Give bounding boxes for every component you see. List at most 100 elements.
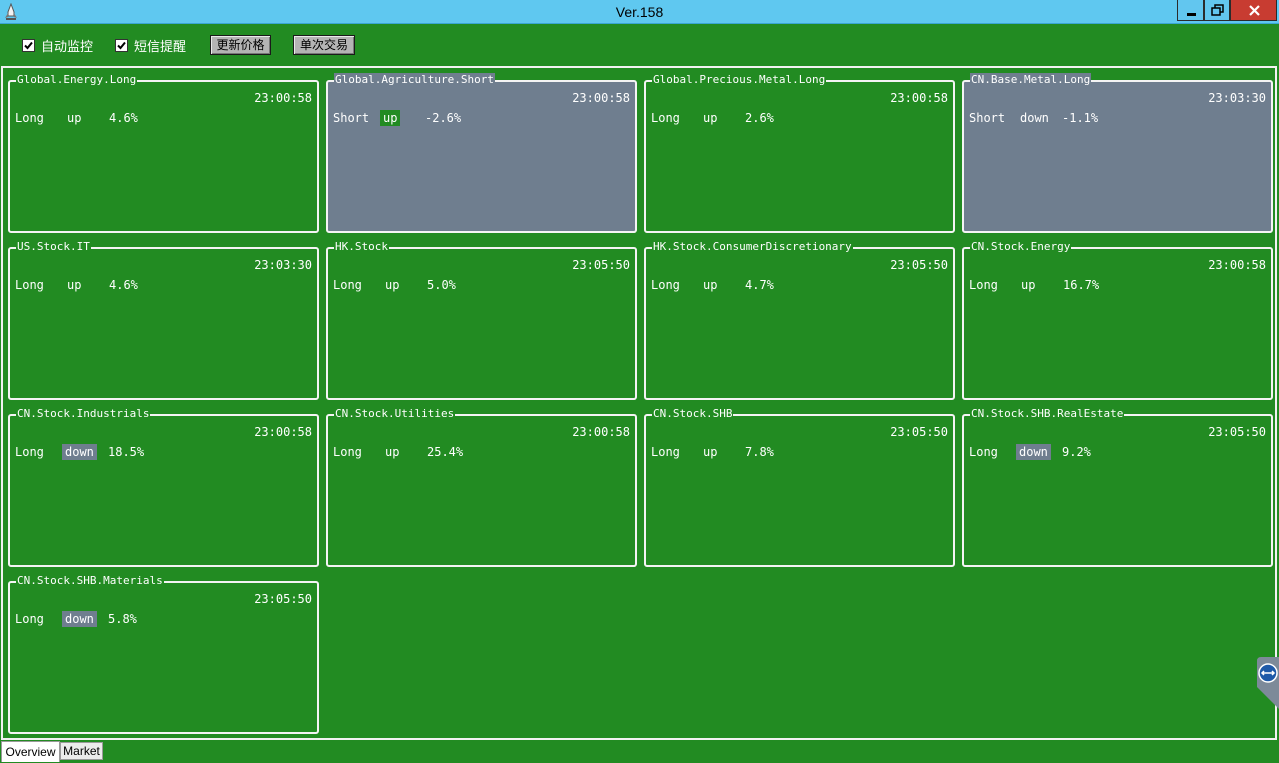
card-time: 23:03:30 (1208, 91, 1266, 105)
tab-strip: Overview Market (0, 741, 1279, 763)
card-position: Long (15, 612, 44, 626)
card-position: Long (15, 445, 44, 459)
card-change: 4.6% (109, 278, 138, 292)
card-position: Long (969, 278, 998, 292)
card-time: 23:05:50 (890, 258, 948, 272)
card-title: HK.Stock.ConsumerDiscretionary (652, 240, 853, 254)
remote-control-handle[interactable] (1255, 657, 1279, 709)
card-global-energy-long[interactable]: Global.Energy.Long 23:00:58 Long up 4.6% (8, 73, 319, 233)
card-cn-stock-shb-realestate[interactable]: CN.Stock.SHB.RealEstate 23:05:50 Long do… (962, 407, 1273, 567)
auto-monitor-checkbox[interactable]: 自动监控 (22, 37, 94, 55)
card-time: 23:05:50 (890, 425, 948, 439)
card-change: 25.4% (427, 445, 464, 459)
minimize-icon (1187, 13, 1196, 16)
card-time: 23:05:50 (572, 258, 630, 272)
close-icon (1249, 5, 1260, 16)
card-time: 23:00:58 (572, 425, 630, 439)
card-direction: down (1016, 444, 1051, 460)
card-time: 23:00:58 (254, 91, 312, 105)
card-title: Global.Energy.Long (16, 73, 138, 87)
card-change: 2.6% (745, 111, 774, 125)
card-position: Long (15, 278, 44, 292)
toolbar: 自动监控 短信提醒 更新价格 单次交易 (0, 25, 1279, 63)
sms-alert-checkbox[interactable]: 短信提醒 (115, 37, 187, 55)
card-cn-stock-shb-materials[interactable]: CN.Stock.SHB.Materials 23:05:50 Long dow… (8, 574, 319, 734)
card-title: US.Stock.IT (16, 240, 91, 254)
card-position: Long (333, 278, 362, 292)
card-cn-stock-utilities[interactable]: CN.Stock.Utilities 23:00:58 Long up 25.4… (326, 407, 637, 567)
card-time: 23:00:58 (572, 91, 630, 105)
restore-button[interactable] (1204, 0, 1230, 21)
card-global-agriculture-short[interactable]: Global.Agriculture.Short 23:00:58 Short … (326, 73, 637, 233)
single-trade-button[interactable]: 单次交易 (293, 35, 355, 55)
card-position: Long (15, 111, 44, 125)
card-title: CN.Stock.Energy (970, 240, 1072, 254)
remote-control-icon (1257, 657, 1279, 709)
card-time: 23:00:58 (1208, 258, 1266, 272)
card-hk-stock-consumer-discretionary[interactable]: HK.Stock.ConsumerDiscretionary 23:05:50 … (644, 240, 955, 400)
card-change: 9.2% (1062, 445, 1091, 459)
card-time: 23:00:58 (890, 91, 948, 105)
card-title: CN.Stock.SHB.Materials (16, 574, 164, 588)
card-change: 18.5% (108, 445, 145, 459)
card-time: 23:05:50 (1208, 425, 1266, 439)
card-time: 23:00:58 (254, 425, 312, 439)
update-price-button[interactable]: 更新价格 (210, 35, 271, 55)
card-direction: up (703, 111, 718, 125)
card-direction: up (67, 111, 82, 125)
card-hk-stock[interactable]: HK.Stock 23:05:50 Long up 5.0% (326, 240, 637, 400)
card-position: Long (651, 111, 680, 125)
card-direction: up (703, 278, 718, 292)
card-time: 23:05:50 (254, 592, 312, 606)
rocket-icon[interactable] (3, 2, 19, 20)
card-direction: up (1021, 278, 1036, 292)
card-title: CN.Stock.SHB.RealEstate (970, 407, 1125, 421)
tab-overview[interactable]: Overview (1, 741, 60, 762)
card-time: 23:03:30 (254, 258, 312, 272)
card-us-stock-it[interactable]: US.Stock.IT 23:03:30 Long up 4.6% (8, 240, 319, 400)
close-button[interactable] (1230, 0, 1277, 21)
card-change: 4.7% (745, 278, 774, 292)
card-direction: down (62, 444, 97, 460)
auto-monitor-label: 自动监控 (41, 39, 94, 55)
card-direction: up (380, 110, 401, 126)
card-title: Global.Agriculture.Short (334, 73, 495, 87)
card-direction: up (703, 445, 718, 459)
card-change: 5.0% (427, 278, 456, 292)
minimize-button[interactable] (1177, 0, 1204, 21)
card-direction: up (385, 445, 400, 459)
card-title: CN.Stock.SHB (652, 407, 734, 421)
tab-market[interactable]: Market (60, 742, 103, 760)
card-cn-stock-industrials[interactable]: CN.Stock.Industrials 23:00:58 Long down … (8, 407, 319, 567)
card-title: CN.Base.Metal.Long (970, 73, 1092, 87)
window-title: Ver.158 (615, 4, 664, 20)
card-title: CN.Stock.Industrials (16, 407, 151, 421)
card-cn-stock-energy[interactable]: CN.Stock.Energy 23:00:58 Long up 16.7% (962, 240, 1273, 400)
card-change: -2.6% (425, 111, 462, 125)
title-bar[interactable]: Ver.158 (0, 0, 1279, 24)
checkbox-icon[interactable] (22, 38, 35, 52)
card-change: 16.7% (1063, 278, 1100, 292)
card-title: HK.Stock (334, 240, 389, 254)
sms-alert-label: 短信提醒 (134, 39, 187, 55)
card-cn-base-metal-long[interactable]: CN.Base.Metal.Long 23:03:30 Short down -… (962, 73, 1273, 233)
card-title: CN.Stock.Utilities (334, 407, 456, 421)
card-global-precious-metal-long[interactable]: Global.Precious.Metal.Long 23:00:58 Long… (644, 73, 955, 233)
restore-icon (1211, 4, 1224, 16)
card-change: 4.6% (109, 111, 138, 125)
card-direction: down (62, 611, 97, 627)
card-position: Short (969, 111, 1006, 125)
card-direction: up (67, 278, 82, 292)
card-title: Global.Precious.Metal.Long (652, 73, 827, 87)
card-direction: up (385, 278, 400, 292)
card-change: -1.1% (1062, 111, 1099, 125)
card-change: 7.8% (745, 445, 774, 459)
card-cn-stock-shb[interactable]: CN.Stock.SHB 23:05:50 Long up 7.8% (644, 407, 955, 567)
card-position: Long (333, 445, 362, 459)
checkbox-icon[interactable] (115, 38, 128, 52)
card-position: Long (969, 445, 998, 459)
card-position: Long (651, 445, 680, 459)
card-position: Short (333, 111, 370, 125)
card-position: Long (651, 278, 680, 292)
card-direction: down (1020, 111, 1049, 125)
